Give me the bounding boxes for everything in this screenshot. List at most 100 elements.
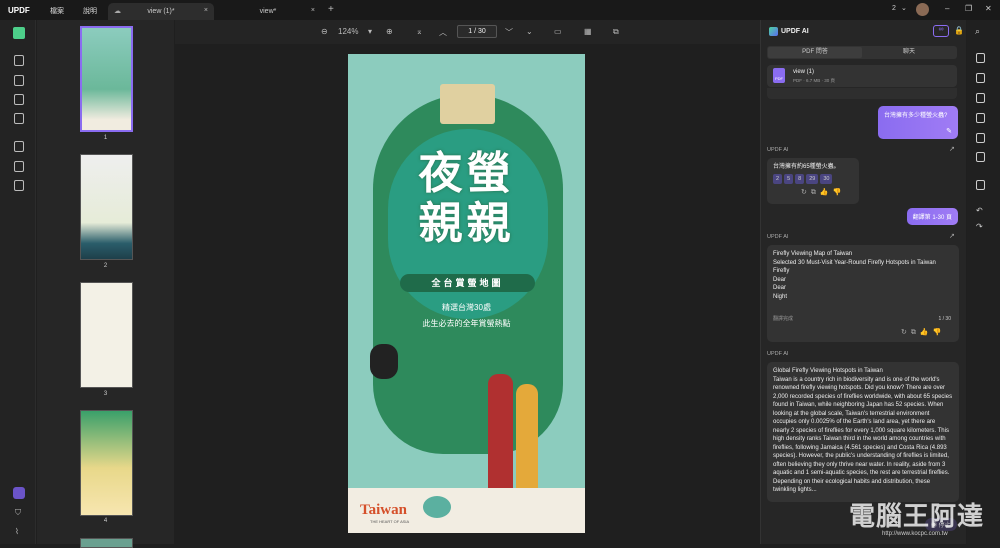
mode-switch[interactable]: PDF 問答 聊天 [767,46,957,59]
citation-chip[interactable]: 8 [795,173,805,184]
tab-label: view (1)* [147,8,175,15]
ai-answer-line: Firefly Viewing Map of Taiwan [773,251,853,257]
next-page-icon[interactable]: ﹀ [505,27,513,38]
file-card: PDF view (1) PDF · 6.7 MB · 30 頁 [767,65,957,87]
menu-help[interactable]: 說明 [83,6,97,16]
ai-logo-icon [769,27,778,36]
thumbnail-page-3[interactable] [80,282,133,388]
edit-icon[interactable]: ✎ [946,127,952,135]
poster-subtitle: 此生必去的全年賞螢熱點 [422,319,511,328]
share-icon[interactable]: ↗ [949,232,955,240]
ocr-icon[interactable] [14,161,24,172]
thumbnail-number: 2 [103,263,108,269]
comment-icon[interactable] [14,55,24,66]
app-logo: UPDF [8,6,30,15]
reader-mode-icon[interactable] [13,27,25,39]
window-count[interactable]: 2 [892,5,896,12]
tab-chat[interactable]: 聊天 [862,47,956,58]
prev-page-icon[interactable]: ︿ [439,27,447,38]
page-number-input[interactable]: 1 / 30 [457,25,497,38]
share-icon[interactable]: ↗ [949,145,955,153]
tab-view[interactable]: view* × [215,3,321,20]
zoom-out-icon[interactable]: ⊖ [321,27,328,36]
poster-banner: 全台賞螢地圖 [400,274,535,292]
ai-answer-card: 台灣擁有約65種螢火蟲。 2 5 8 29 30 ↻⧉👍👎 [767,158,859,204]
poster-title: 夜螢 親親 [348,149,585,249]
convert-icon[interactable] [976,73,985,83]
file-name: view (1) [793,69,815,75]
translate-pager[interactable]: 1 / 30 [938,315,951,324]
close-icon[interactable]: × [311,7,315,14]
organize-icon[interactable] [14,113,24,124]
file-meta: PDF · 6.7 MB · 30 頁 [793,78,836,83]
citation-chip[interactable]: 2 [773,173,783,184]
presentation-icon[interactable]: ▭ [554,27,562,36]
share-icon[interactable] [976,133,985,143]
zoom-in-icon[interactable]: ⊕ [386,27,393,36]
infinity-icon[interactable]: ∞ [933,25,949,37]
email-icon[interactable] [976,152,985,162]
restore-button[interactable]: ❐ [965,4,972,13]
thumbnail-page-4[interactable] [80,410,133,516]
title-bar: UPDF 檔案 說明 ☁ view (1)* × view* × + 2 ⌄ –… [0,0,1000,20]
poster-tagline: THE HEART OF ASIA [370,519,410,524]
edit-icon[interactable] [14,75,24,86]
user-message-text: 翻譯第 1-30 頁 [912,215,952,221]
compare-icon[interactable]: ⧉ [613,27,619,37]
protect-icon[interactable] [976,113,985,123]
redo-icon[interactable]: ↷ [976,222,983,231]
ai-panel-title: UPDF AI [781,28,809,35]
ocr-icon[interactable] [976,53,985,63]
ai-icon[interactable] [13,487,25,499]
attachment-icon[interactable]: ⌇ [15,527,19,536]
close-window-button[interactable]: ✕ [985,4,992,13]
save-icon[interactable] [976,180,985,190]
minimize-button[interactable]: – [945,4,949,13]
document-page: 夜螢 親親 全台賞螢地圖 精選台灣30處 此生必去的全年賞螢熱點 Taiwan … [348,54,585,533]
thumbnail-panel: 1 2 3 4 [37,20,174,548]
ai-answer-card: Global Firefly Viewing Hotspots in Taiwa… [767,362,959,502]
close-icon[interactable]: × [204,7,208,14]
avatar[interactable] [916,3,929,16]
chevron-down-icon[interactable]: ▾ [368,27,372,36]
thumbnail-number: 1 [103,135,108,141]
menu-file[interactable]: 檔案 [50,6,64,16]
lock-icon[interactable]: 🔒 [954,26,964,35]
citation-chips: 2 5 8 29 30 [773,173,853,184]
bookmark-icon[interactable]: ⛉ [15,508,21,518]
watermark-url: http://www.kocpc.com.tw [882,531,948,537]
ai-label: UPDF AI [767,147,789,153]
undo-icon[interactable]: ↶ [976,206,983,215]
first-page-icon[interactable]: ⌅ [416,27,423,36]
form-icon[interactable] [14,94,24,105]
thumbnail-page-1[interactable] [80,26,133,132]
last-page-icon[interactable]: ⌄ [526,27,533,36]
ai-label: UPDF AI [767,351,789,357]
new-tab-button[interactable]: + [328,4,334,15]
poster-title-line: 夜螢 [418,148,515,199]
tab-pdf-qa[interactable]: PDF 問答 [768,47,862,58]
citation-chip[interactable]: 5 [784,173,794,184]
left-tool-rail: ⛉ ⌇ [0,20,36,544]
convert-icon[interactable] [14,141,24,152]
protect-icon[interactable] [14,180,24,191]
tab-label: view* [259,8,277,15]
citation-chip[interactable]: 29 [806,173,819,184]
thumbnail-page-2[interactable] [80,154,133,260]
citation-chip[interactable]: 30 [820,173,833,184]
file-card-preview [767,88,957,99]
chevron-down-icon[interactable]: ⌄ [901,4,907,12]
thumbnail-number: 4 [103,518,108,524]
tab-view-1[interactable]: ☁ view (1)* × [108,3,214,20]
user-message: 台灣擁有多少種螢火蟲? ✎ [878,106,958,139]
page-layout-icon[interactable]: ▦ [584,27,592,36]
ai-answer-text: 台灣擁有約65種螢火蟲。 [773,164,840,170]
message-actions[interactable]: ↻⧉👍👎 [901,329,945,338]
translate-status: 翻譯完成 [773,316,794,322]
batch-icon[interactable] [976,93,985,103]
zoom-level[interactable]: 124% [338,27,358,36]
search-icon[interactable]: ⌕ [975,26,980,37]
message-actions[interactable]: ↻⧉👍👎 [801,189,845,198]
thumbnail-page-5[interactable] [80,538,133,548]
poster-brand: Taiwan [360,502,407,518]
